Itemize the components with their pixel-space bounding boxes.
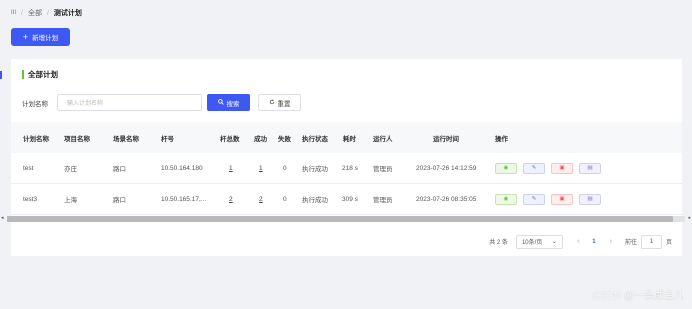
col-exec-status: 执行状态 [302,135,328,143]
row-actions: ◉ ✎ ▣ ▤ [495,184,601,214]
side-indicator [0,71,2,79]
chevron-down-icon: ⌄ [551,239,557,245]
delete-icon[interactable]: ▣ [551,162,573,174]
cell-duration: 309 s [342,195,358,203]
cell-project-name: 上海 [64,197,77,204]
success-link[interactable]: 1 [259,153,263,183]
cell-run-time: 2023-07-26 08:35:05 [416,195,477,203]
run-icon[interactable]: ◉ [495,162,517,174]
cell-duration: 218 s [342,164,358,172]
plus-icon: + [22,31,29,42]
edit-icon[interactable]: ✎ [523,193,545,205]
watermark: CSDN @一条咸鱼儿 [592,291,684,302]
cell-pole-id: 10.50.164.180 [161,164,203,172]
add-plan-label: 新增计划 [32,35,59,42]
cell-runner: 管理员 [373,197,393,204]
page-number[interactable]: 1 [592,239,595,245]
col-scene-name: 场景名称 [113,135,139,143]
table-row: test 亦庄 路口 10.50.164.180 1 1 0 执行成功 218 … [11,153,682,184]
reset-button[interactable]: 重置 [258,94,301,111]
row-actions: ◉ ✎ ▣ ▤ [495,153,601,183]
col-success: 成功 [254,135,267,143]
col-runner: 运行人 [373,135,393,143]
refresh-icon [269,98,275,107]
cell-exec-status: 执行成功 [302,197,328,204]
col-duration: 耗时 [343,135,356,143]
col-project-name: 项目名称 [64,135,90,143]
table-header: 计划名称 项目名称 场景名称 杆号 杆总数 成功 失败 执行状态 耗时 运行人 … [11,122,682,153]
goto-page-input[interactable]: 1 [640,234,662,249]
next-page-icon[interactable]: › [610,238,612,245]
search-row: 计划名称 输入计划名称 搜索 重置 [22,94,301,111]
col-plan-name: 计划名称 [23,135,49,143]
pole-total-link[interactable]: 2 [229,184,233,214]
scrollbar-thumb[interactable] [7,216,673,222]
breadcrumb: III / 全部 / 测试计划 [11,8,82,18]
cell-runner: 管理员 [373,166,393,173]
cell-plan-name: test3 [23,195,38,203]
scroll-left-arrow-icon[interactable]: ◂ [1,215,4,221]
section-title: 全部计划 [22,70,58,79]
breadcrumb-separator: / [46,9,49,17]
cell-fail: 0 [283,164,287,172]
section-title-text: 全部计划 [28,70,58,79]
breadcrumb-separator: / [21,9,23,17]
run-icon[interactable]: ◉ [495,193,517,205]
page-size-select[interactable]: 10条/页 ⌄ [515,234,563,249]
log-icon[interactable]: ▤ [579,193,601,205]
goto-label: 前往 [624,240,637,246]
prev-page-icon[interactable]: ‹ [577,238,579,245]
pole-total-link[interactable]: 1 [229,153,233,183]
total-count: 共 2 条 [489,240,508,246]
scroll-right-arrow-icon[interactable]: ▸ [688,215,691,221]
col-actions: 操作 [495,135,508,143]
plan-table: 计划名称 项目名称 场景名称 杆号 杆总数 成功 失败 执行状态 耗时 运行人 … [11,122,682,215]
add-plan-button[interactable]: + 新增计划 [11,28,70,46]
cell-exec-status: 执行成功 [302,166,328,173]
cell-scene-name: 路口 [113,197,126,204]
page-size-value: 10条/页 [521,240,543,246]
cell-run-time: 2023-07-26 14:12:59 [416,164,477,172]
breadcrumb-current: 测试计划 [53,10,82,17]
search-button[interactable]: 搜索 [207,94,250,111]
col-pole-id: 杆号 [161,135,174,143]
cell-pole-id: 10.50.165.17,... [161,195,207,203]
plan-panel: 全部计划 计划名称 输入计划名称 搜索 重置 计划名称 项目名称 场景名称 杆号… [1,59,691,256]
col-pole-total: 杆总数 [220,135,240,143]
menu-icon[interactable]: III [11,10,16,16]
pagination: 共 2 条 10条/页 ⌄ ‹ 1 › 前往 1 页 [489,234,672,249]
page-unit-label: 页 [665,240,672,246]
cell-project-name: 亦庄 [64,166,77,173]
search-label: 计划名称 [22,100,48,108]
plan-name-input[interactable]: 输入计划名称 [57,94,202,111]
log-icon[interactable]: ▤ [579,162,601,174]
cell-scene-name: 路口 [113,166,126,173]
title-accent-bar [22,70,24,79]
col-fail: 失败 [278,135,291,143]
success-link[interactable]: 2 [259,184,263,214]
col-run-time: 运行时间 [433,135,459,143]
search-button-label: 搜索 [226,100,240,108]
horizontal-scrollbar[interactable]: ◂ ▸ [0,214,692,224]
delete-icon[interactable]: ▣ [551,193,573,205]
search-icon [217,98,224,107]
cell-plan-name: test [23,164,34,172]
cell-fail: 0 [283,195,287,203]
table-row: test3 上海 路口 10.50.165.17,... 2 2 0 执行成功 … [11,184,682,215]
reset-button-label: 重置 [277,100,291,108]
edit-icon[interactable]: ✎ [523,162,545,174]
breadcrumb-all[interactable]: 全部 [28,8,42,18]
